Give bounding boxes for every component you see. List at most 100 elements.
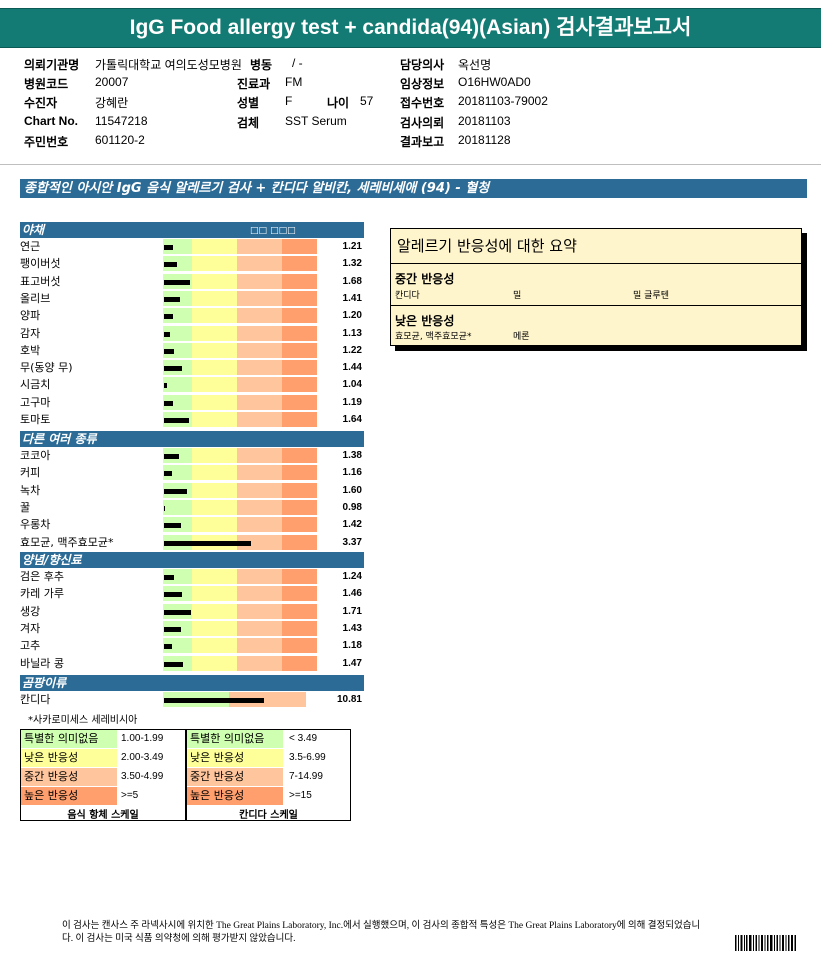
clinical-value: O16HW0AD0 (458, 75, 531, 89)
scale-segment (192, 517, 237, 533)
reactivity-bar (163, 273, 317, 289)
food-name: 카레 가루 (20, 587, 64, 601)
scale-segment (281, 586, 317, 602)
result-row: 우롱차 1.42 (20, 516, 364, 533)
scale-segment (192, 638, 237, 654)
specimen-label: 검체 (237, 116, 260, 130)
level-fill (164, 262, 178, 268)
scale-segment (236, 620, 282, 636)
scale-segment (192, 325, 237, 341)
low-item: 메론 (513, 332, 530, 342)
report-value: 20181128 (458, 133, 511, 147)
level-fill (164, 331, 171, 337)
result-row: 녹차 1.60 (20, 482, 364, 499)
level-fill (164, 540, 251, 546)
legend-range: < 3.49 (289, 733, 318, 744)
result-value: 1.13 (342, 327, 362, 339)
scale-segment (192, 655, 237, 671)
scale-segment (281, 603, 317, 619)
result-value: 1.38 (342, 450, 362, 461)
scale-segment (236, 325, 282, 341)
scale-segment (192, 620, 237, 636)
scale-segment (236, 256, 282, 272)
reactivity-bar (163, 308, 317, 324)
scale-segment (192, 465, 237, 481)
result-value: 1.64 (342, 414, 362, 425)
scale-segment (192, 412, 237, 427)
request-value: 20181103 (458, 114, 511, 128)
hospital-value: 가톨릭대학교 여의도성모병원 (95, 58, 242, 72)
legend-label: 특별한 의미없음 (187, 730, 283, 748)
level-fill (164, 523, 181, 529)
footnote: *사카로미세스 세레비시아 (28, 715, 138, 726)
level-fill (164, 644, 173, 650)
food-name: 표고버섯 (20, 274, 61, 288)
chart-label: Chart No. (24, 114, 78, 128)
scale-segment (236, 394, 282, 410)
scale-segment (281, 290, 317, 306)
moderate-item: 밀 (513, 291, 522, 301)
specimen-value: SST Serum (285, 114, 347, 128)
food-name: 팽이버섯 (20, 257, 61, 271)
age-label: 나이 (327, 96, 350, 110)
summary-title: 알레르기 반응성에 대한 요약 (397, 237, 577, 255)
request-label: 검사의뢰 (400, 116, 445, 130)
barcode (735, 935, 796, 951)
scale-segment (281, 638, 317, 654)
level-fill (164, 592, 183, 598)
food-name: 호박 (20, 343, 41, 357)
scale-segment (236, 517, 282, 533)
dept-value: FM (285, 75, 303, 89)
legend-label: 높은 반응성 (187, 787, 283, 805)
level-fill (164, 626, 182, 632)
reactivity-bar (163, 256, 317, 272)
scale-segment (192, 586, 237, 602)
food-name: 생강 (20, 604, 41, 618)
level-fill (164, 400, 173, 406)
level-fill (164, 279, 191, 285)
food-name: 연근 (20, 240, 41, 253)
result-row: 연근 1.21 (20, 238, 364, 255)
level-fill (164, 698, 264, 703)
scale-segment (281, 448, 317, 463)
result-value: 1.44 (342, 362, 362, 374)
level-fill (164, 454, 180, 459)
summary-divider (391, 305, 801, 306)
scale-segment (236, 360, 282, 376)
legend-range: 2.00-3.49 (121, 752, 164, 763)
scale-segment (281, 482, 317, 498)
scale-segment (281, 342, 317, 358)
legend-caption: 음식 항체 스케일 (67, 810, 139, 821)
result-value: 1.32 (342, 258, 362, 270)
result-row: 호박 1.22 (20, 342, 364, 359)
reactivity-bar (163, 412, 317, 427)
result-value: 1.21 (342, 241, 362, 252)
code-value: 20007 (95, 75, 129, 89)
food-name: 겨자 (20, 621, 41, 635)
result-value: 1.22 (342, 344, 362, 356)
reactivity-bar (163, 603, 317, 619)
scale-segment (192, 239, 237, 254)
result-row: 코코아 1.38 (20, 447, 364, 464)
scale-segment (192, 273, 237, 289)
result-row: 시금치 1.04 (20, 376, 364, 393)
food-name: 토마토 (20, 413, 51, 426)
legend-range: >=15 (289, 790, 312, 801)
report-title: IgG Food allergy test + candida(94)(Asia… (129, 16, 692, 39)
result-value: 1.20 (342, 310, 362, 322)
scale-segment (236, 499, 282, 515)
legend-range: 7-14.99 (289, 771, 323, 782)
result-row: 팽이버섯 1.32 (20, 255, 364, 272)
result-row: 무(동양 무) 1.44 (20, 359, 364, 376)
scale-segment (236, 465, 282, 481)
food-name: 바닐라 콩 (20, 656, 64, 670)
level-fill (164, 314, 173, 320)
doctor-label: 담당의사 (400, 58, 445, 72)
food-name: 꿀 (20, 500, 31, 514)
result-row: 고추 1.18 (20, 637, 364, 654)
scale-segment (281, 534, 317, 550)
level-fill (164, 661, 183, 667)
patient-value: 강혜란 (95, 96, 129, 110)
level-fill (164, 296, 181, 302)
category-header: 양념/향신료 (20, 552, 364, 568)
